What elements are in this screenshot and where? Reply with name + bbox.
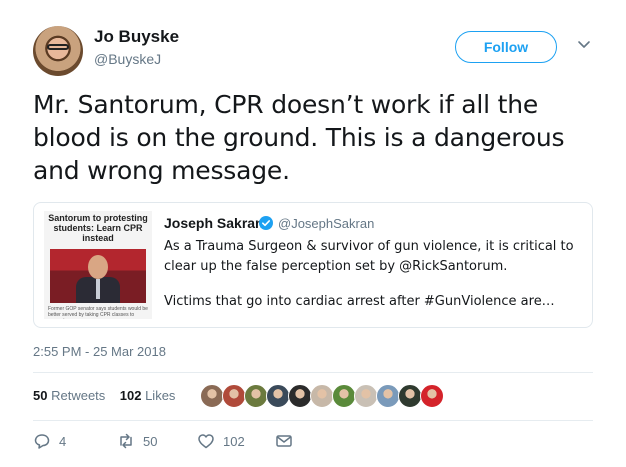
reply-action[interactable]: 4 <box>33 432 66 450</box>
quoted-author-handle: @JosephSakran <box>278 216 375 231</box>
retweets-label: Retweets <box>51 388 106 403</box>
heart-icon <box>198 434 214 449</box>
quoted-author-name: Joseph Sakran <box>164 215 264 231</box>
quoted-text-line1: As a Trauma Surgeon & survivor of gun vi… <box>164 239 574 274</box>
liker-avatar[interactable] <box>420 384 444 408</box>
quoted-thumbnail[interactable]: Santorum to protesting students: Learn C… <box>44 211 152 319</box>
reply-icon <box>34 434 50 449</box>
likes-label: Likes <box>145 388 176 403</box>
divider <box>33 420 593 421</box>
liker-avatar[interactable] <box>398 384 422 408</box>
retweet-count: 50 <box>143 433 158 449</box>
verified-badge-icon <box>259 216 273 230</box>
thumbnail-photo <box>50 249 146 303</box>
quoted-tweet-card[interactable]: Santorum to protesting students: Learn C… <box>33 202 593 328</box>
follow-button[interactable]: Follow <box>455 31 557 63</box>
quoted-text: As a Trauma Surgeon & survivor of gun vi… <box>164 237 582 312</box>
engagement-stats: 50 Retweets 102 Likes <box>33 388 175 403</box>
thumbnail-headline: Santorum to protesting students: Learn C… <box>48 213 148 243</box>
liker-avatar[interactable] <box>310 384 334 408</box>
liker-avatar[interactable] <box>354 384 378 408</box>
liker-avatar[interactable] <box>376 384 400 408</box>
chevron-down-icon[interactable] <box>576 36 592 52</box>
tweet-timestamp[interactable]: 2:55 PM - 25 Mar 2018 <box>33 344 166 359</box>
retweet-action[interactable]: 50 <box>117 432 157 450</box>
thumbnail-caption: Former GOP senator says students would b… <box>48 306 148 319</box>
like-count: 102 <box>223 433 245 449</box>
author-avatar[interactable] <box>33 26 83 76</box>
likes-stat[interactable]: 102 Likes <box>120 388 176 403</box>
liker-avatar[interactable] <box>288 384 312 408</box>
retweets-count: 50 <box>33 388 48 403</box>
liker-avatar[interactable] <box>266 384 290 408</box>
likes-count: 102 <box>119 388 142 403</box>
quoted-text-line2: Victims that go into cardiac arrest afte… <box>164 294 555 309</box>
tweet-text: Mr. Santorum, CPR doesn’t work if all th… <box>33 90 565 185</box>
retweet-icon <box>120 433 132 449</box>
envelope-icon <box>276 435 292 447</box>
author-handle[interactable]: @BuyskeJ <box>94 51 161 67</box>
retweets-stat[interactable]: 50 Retweets <box>33 388 105 403</box>
liker-avatar[interactable] <box>222 384 246 408</box>
author-name[interactable]: Jo Buyske <box>94 27 179 47</box>
avatar-glasses <box>47 44 69 50</box>
photo-head <box>88 255 108 279</box>
like-action[interactable]: 102 <box>197 432 245 450</box>
liker-avatar[interactable] <box>332 384 356 408</box>
reply-count: 4 <box>59 433 67 449</box>
direct-message-action[interactable] <box>275 432 293 450</box>
liker-avatar[interactable] <box>244 384 268 408</box>
photo-tie <box>96 279 100 299</box>
liker-avatar[interactable] <box>200 384 224 408</box>
divider <box>33 372 593 373</box>
